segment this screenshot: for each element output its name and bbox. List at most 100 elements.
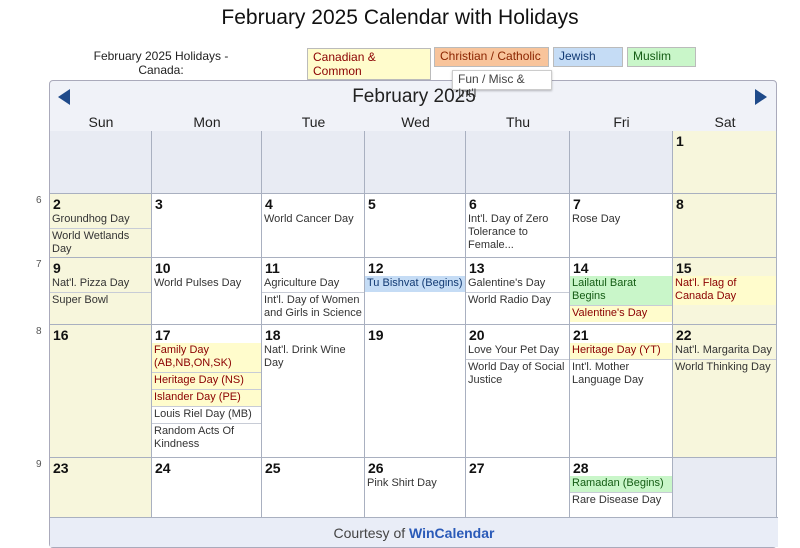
day-number: 3 bbox=[155, 196, 163, 212]
holiday-event[interactable]: Groundhog Day bbox=[50, 212, 151, 229]
day-cell[interactable]: 16 bbox=[50, 325, 152, 458]
legend-canadian: Canadian & Common bbox=[307, 48, 431, 80]
holiday-event[interactable]: Love Your Pet Day bbox=[466, 343, 569, 360]
day-cell[interactable]: 28 Ramadan (Begins) Rare Disease Day bbox=[570, 458, 673, 521]
day-cell[interactable]: 14 Lailatul Barat Begins Valentine's Day bbox=[570, 258, 673, 325]
legend-fun-tooltip: Fun / Misc & Int'l bbox=[452, 70, 552, 100]
holiday-event[interactable]: World Day of Social Justice bbox=[466, 360, 569, 389]
week-number: 8 bbox=[36, 326, 42, 337]
legend-christian: Christian / Catholic bbox=[434, 47, 549, 67]
holiday-event[interactable]: Heritage Day (YT) bbox=[570, 343, 672, 360]
holiday-event[interactable]: World Thinking Day bbox=[673, 360, 776, 376]
holiday-event[interactable]: Louis Riel Day (MB) bbox=[152, 407, 261, 424]
day-number: 11 bbox=[265, 260, 280, 276]
day-cell[interactable]: 15 Nat'l. Flag of Canada Day bbox=[673, 258, 777, 325]
holiday-event[interactable]: Int'l. Mother Language Day bbox=[570, 360, 672, 389]
holiday-event[interactable]: Rare Disease Day bbox=[570, 493, 672, 509]
holiday-event[interactable]: Tu Bishvat (Begins) bbox=[365, 276, 465, 292]
holiday-event[interactable]: World Radio Day bbox=[466, 293, 569, 309]
day-cell[interactable]: 3 bbox=[152, 194, 262, 258]
day-cell bbox=[466, 131, 570, 194]
day-cell[interactable]: 19 bbox=[365, 325, 466, 458]
day-cell[interactable]: 18 Nat'l. Drink Wine Day bbox=[262, 325, 365, 458]
holiday-event[interactable]: Nat'l. Flag of Canada Day bbox=[673, 276, 776, 305]
day-cell[interactable]: 7 Rose Day bbox=[570, 194, 673, 258]
weekday-label: Tue bbox=[301, 114, 326, 130]
page-title: February 2025 Calendar with Holidays bbox=[221, 6, 579, 29]
legend-muslim: Muslim bbox=[627, 47, 696, 67]
holiday-event[interactable]: World Wetlands Day bbox=[50, 229, 151, 257]
holiday-event[interactable]: World Pulses Day bbox=[152, 276, 261, 292]
day-cell[interactable]: 6 Int'l. Day of Zero Tolerance to Female.… bbox=[466, 194, 570, 258]
holiday-event[interactable]: Rose Day bbox=[570, 212, 672, 228]
day-cell[interactable]: 20 Love Your Pet Day World Day of Social J… bbox=[466, 325, 570, 458]
footer: Courtesy of WinCalendar bbox=[50, 517, 778, 547]
day-number: 19 bbox=[368, 327, 384, 343]
holiday-event[interactable]: Pink Shirt Day bbox=[365, 476, 465, 492]
day-cell[interactable]: 8 bbox=[673, 194, 777, 258]
day-number: 1 bbox=[676, 133, 684, 149]
holiday-event[interactable]: Islander Day (PE) bbox=[152, 390, 261, 407]
holiday-event[interactable]: Random Acts Of Kindness bbox=[152, 424, 261, 453]
day-cell[interactable]: 12 Tu Bishvat (Begins) bbox=[365, 258, 466, 325]
day-number: 7 bbox=[573, 196, 581, 212]
day-cell[interactable]: 26 Pink Shirt Day bbox=[365, 458, 466, 521]
day-number: 26 bbox=[368, 460, 384, 476]
day-number: 13 bbox=[469, 260, 485, 276]
day-cell[interactable]: 2 Groundhog Day World Wetlands Day bbox=[50, 194, 152, 258]
weekday-label: Fri bbox=[613, 114, 630, 130]
day-cell[interactable]: 10 World Pulses Day bbox=[152, 258, 262, 325]
day-cell bbox=[262, 131, 365, 194]
legend-jewish: Jewish bbox=[553, 47, 623, 67]
day-number: 15 bbox=[676, 260, 692, 276]
day-number: 5 bbox=[368, 196, 376, 212]
day-cell bbox=[152, 131, 262, 194]
week-number: 6 bbox=[36, 195, 42, 206]
wincalendar-link[interactable]: WinCalendar bbox=[409, 525, 494, 541]
calendar: February 2025 Sun Mon Tue Wed Thu Fri Sat 1 2 Gr… bbox=[49, 80, 778, 548]
holiday-event[interactable]: Nat'l. Pizza Day bbox=[50, 276, 151, 293]
day-number: 4 bbox=[265, 196, 273, 212]
day-cell[interactable]: 13 Galentine's Day World Radio Day bbox=[466, 258, 570, 325]
day-cell[interactable]: 17 Family Day (AB,NB,ON,SK) Heritage Day (… bbox=[152, 325, 262, 458]
week-number: 7 bbox=[36, 259, 42, 270]
holiday-event[interactable]: Ramadan (Begins) bbox=[570, 476, 672, 493]
holiday-event[interactable]: Nat'l. Drink Wine Day bbox=[262, 343, 364, 372]
weekday-label: Sun bbox=[88, 114, 114, 130]
holiday-event[interactable]: Int'l. Day of Zero Tolerance to Female..… bbox=[466, 212, 569, 254]
day-number: 2 bbox=[53, 196, 61, 212]
day-cell[interactable]: 22 Nat'l. Margarita Day World Thinking Day bbox=[673, 325, 777, 458]
day-cell[interactable]: 21 Heritage Day (YT) Int'l. Mother Languag… bbox=[570, 325, 673, 458]
day-number: 24 bbox=[155, 460, 171, 476]
day-number: 17 bbox=[155, 327, 171, 343]
day-cell bbox=[365, 131, 466, 194]
day-cell[interactable]: 25 bbox=[262, 458, 365, 521]
day-cell[interactable]: 5 bbox=[365, 194, 466, 258]
holiday-event[interactable]: Lailatul Barat Begins bbox=[570, 276, 672, 306]
day-cell[interactable]: 23 bbox=[50, 458, 152, 521]
legend-caption: February 2025 Holidays - Canada: bbox=[93, 49, 229, 77]
holiday-event[interactable]: Super Bowl bbox=[50, 293, 151, 309]
holiday-event[interactable]: Family Day (AB,NB,ON,SK) bbox=[152, 343, 261, 373]
holiday-event[interactable]: Heritage Day (NS) bbox=[152, 373, 261, 390]
day-cell[interactable]: 9 Nat'l. Pizza Day Super Bowl bbox=[50, 258, 152, 325]
day-cell[interactable]: 4 World Cancer Day bbox=[262, 194, 365, 258]
next-month-arrow-icon[interactable] bbox=[755, 89, 767, 105]
day-number: 22 bbox=[676, 327, 692, 343]
holiday-event[interactable]: Valentine's Day bbox=[570, 306, 672, 322]
weekday-label: Mon bbox=[193, 114, 221, 130]
day-cell[interactable]: 1 bbox=[673, 131, 777, 194]
day-number: 12 bbox=[368, 260, 384, 276]
weekday-label: Thu bbox=[505, 114, 531, 130]
day-cell bbox=[570, 131, 673, 194]
day-cell[interactable]: 24 bbox=[152, 458, 262, 521]
day-number: 18 bbox=[265, 327, 281, 343]
holiday-event[interactable]: Agriculture Day bbox=[262, 276, 364, 293]
holiday-event[interactable]: World Cancer Day bbox=[262, 212, 364, 228]
day-cell[interactable]: 11 Agriculture Day Int'l. Day of Women and… bbox=[262, 258, 365, 325]
holiday-event[interactable]: Int'l. Day of Women and Girls in Science bbox=[262, 293, 364, 322]
holiday-event[interactable]: Galentine's Day bbox=[466, 276, 569, 293]
day-number: 28 bbox=[573, 460, 589, 476]
day-cell[interactable]: 27 bbox=[466, 458, 570, 521]
holiday-event[interactable]: Nat'l. Margarita Day bbox=[673, 343, 776, 360]
